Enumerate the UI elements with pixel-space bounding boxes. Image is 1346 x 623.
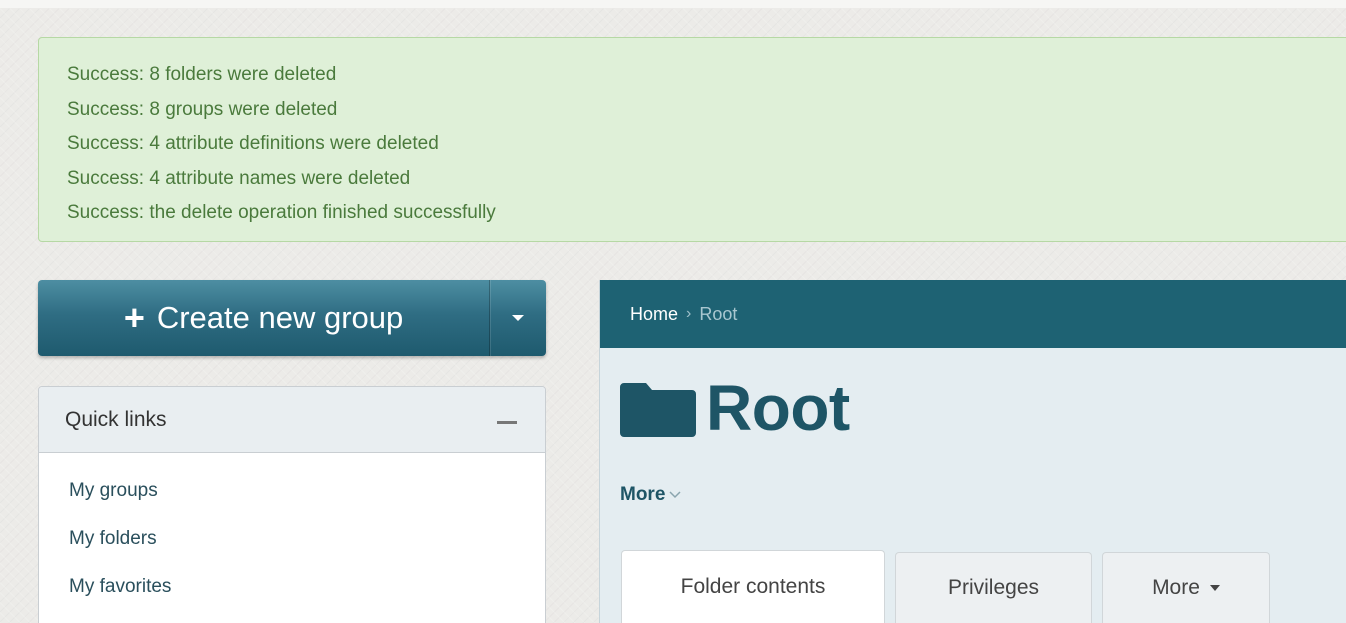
quick-links-header: Quick links [39, 387, 545, 453]
caret-down-icon [512, 315, 525, 321]
breadcrumb-home-link[interactable]: Home [630, 304, 678, 325]
page-header: Root [620, 376, 850, 440]
breadcrumb-separator: › [686, 305, 692, 322]
page-title: Root [706, 372, 850, 444]
top-strip [0, 0, 1346, 8]
quick-link-my-folders[interactable]: My folders [69, 527, 545, 551]
tab-label: Folder contents [680, 575, 826, 598]
quick-link-my-favorites[interactable]: My favorites [69, 575, 545, 599]
plus-icon: + [123, 297, 145, 338]
create-group-split-button: + Create new group [38, 280, 546, 356]
alert-message: Success: 8 groups were deleted [67, 98, 338, 120]
alert-message: Success: the delete operation finished s… [67, 202, 496, 223]
minus-icon[interactable] [497, 421, 517, 424]
breadcrumb: Home › Root [600, 280, 1346, 348]
quick-link-my-groups[interactable]: My groups [69, 479, 545, 503]
tab-privileges[interactable]: Privileges [895, 552, 1092, 623]
create-group-dropdown-toggle[interactable] [489, 280, 546, 356]
quick-links-panel: Quick links My groups My folders My favo… [38, 386, 546, 623]
main-content: Home › Root Root More Folder contents Pr… [599, 280, 1346, 623]
alert-message: Success: 4 attribute names were deleted [67, 167, 411, 189]
tab-label: Privileges [947, 576, 1040, 599]
create-new-group-label: Create new group [156, 300, 404, 335]
create-new-group-button[interactable]: + Create new group [38, 280, 489, 356]
caret-down-icon [1209, 585, 1220, 591]
success-alert: Success: 8 folders were deleted Success:… [38, 37, 1346, 242]
quick-links-list: My groups My folders My favorites [39, 453, 545, 599]
tab-folder-contents[interactable]: Folder contents [621, 550, 885, 623]
tab-label: More [1152, 576, 1200, 599]
more-actions-label: More [620, 484, 666, 505]
alert-message: Success: 4 attribute definitions were de… [67, 133, 439, 154]
chevron-down-icon [669, 491, 681, 499]
tab-more[interactable]: More [1102, 552, 1270, 623]
alert-message: Success: 8 folders were deleted [67, 64, 337, 85]
folder-icon [620, 383, 696, 437]
quick-links-title: Quick links [65, 407, 167, 431]
breadcrumb-current: Root [699, 303, 738, 324]
content-tabs: Folder contents Privileges More [621, 550, 1280, 623]
more-actions-menu[interactable]: More [620, 484, 681, 506]
